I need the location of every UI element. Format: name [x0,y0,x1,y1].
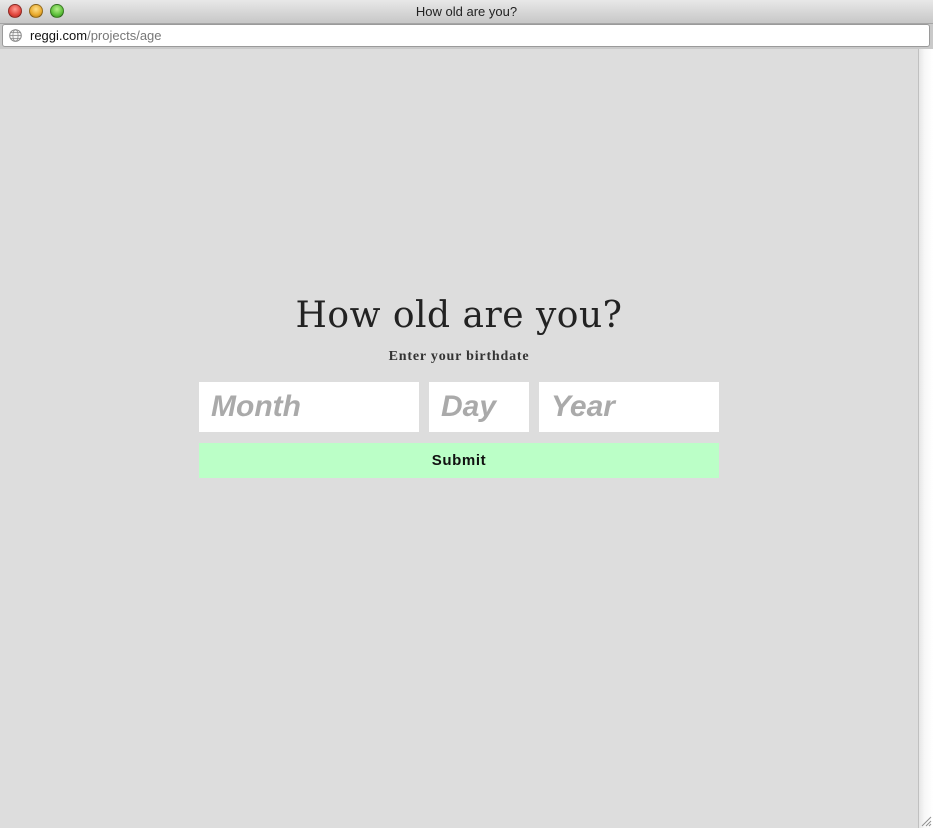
url-text: reggi.com/projects/age [30,28,162,43]
window-title: How old are you? [415,4,518,19]
url-host: reggi.com [30,28,88,43]
birthdate-prompt: Enter your birthdate [388,349,530,364]
scrollbar[interactable] [918,49,933,828]
year-input[interactable] [539,382,719,432]
age-form: How old are you? Enter your birthdate Su… [199,291,719,478]
day-input[interactable] [429,382,529,432]
url-path: /projects/age [87,28,162,43]
address-bar: reggi.com/projects/age [0,24,933,49]
globe-icon [9,29,22,42]
url-field[interactable]: reggi.com/projects/age [2,24,930,47]
submit-button[interactable]: Submit [199,443,719,478]
birthdate-fields [199,382,719,432]
browser-window: How old are you? reggi.com/projects/age … [0,0,933,828]
page-heading: How old are you? [295,295,623,336]
page-viewport: How old are you? Enter your birthdate Su… [0,49,918,828]
resize-grip-icon[interactable] [920,815,932,827]
month-input[interactable] [199,382,419,432]
title-bar[interactable]: How old are you? [0,0,933,24]
